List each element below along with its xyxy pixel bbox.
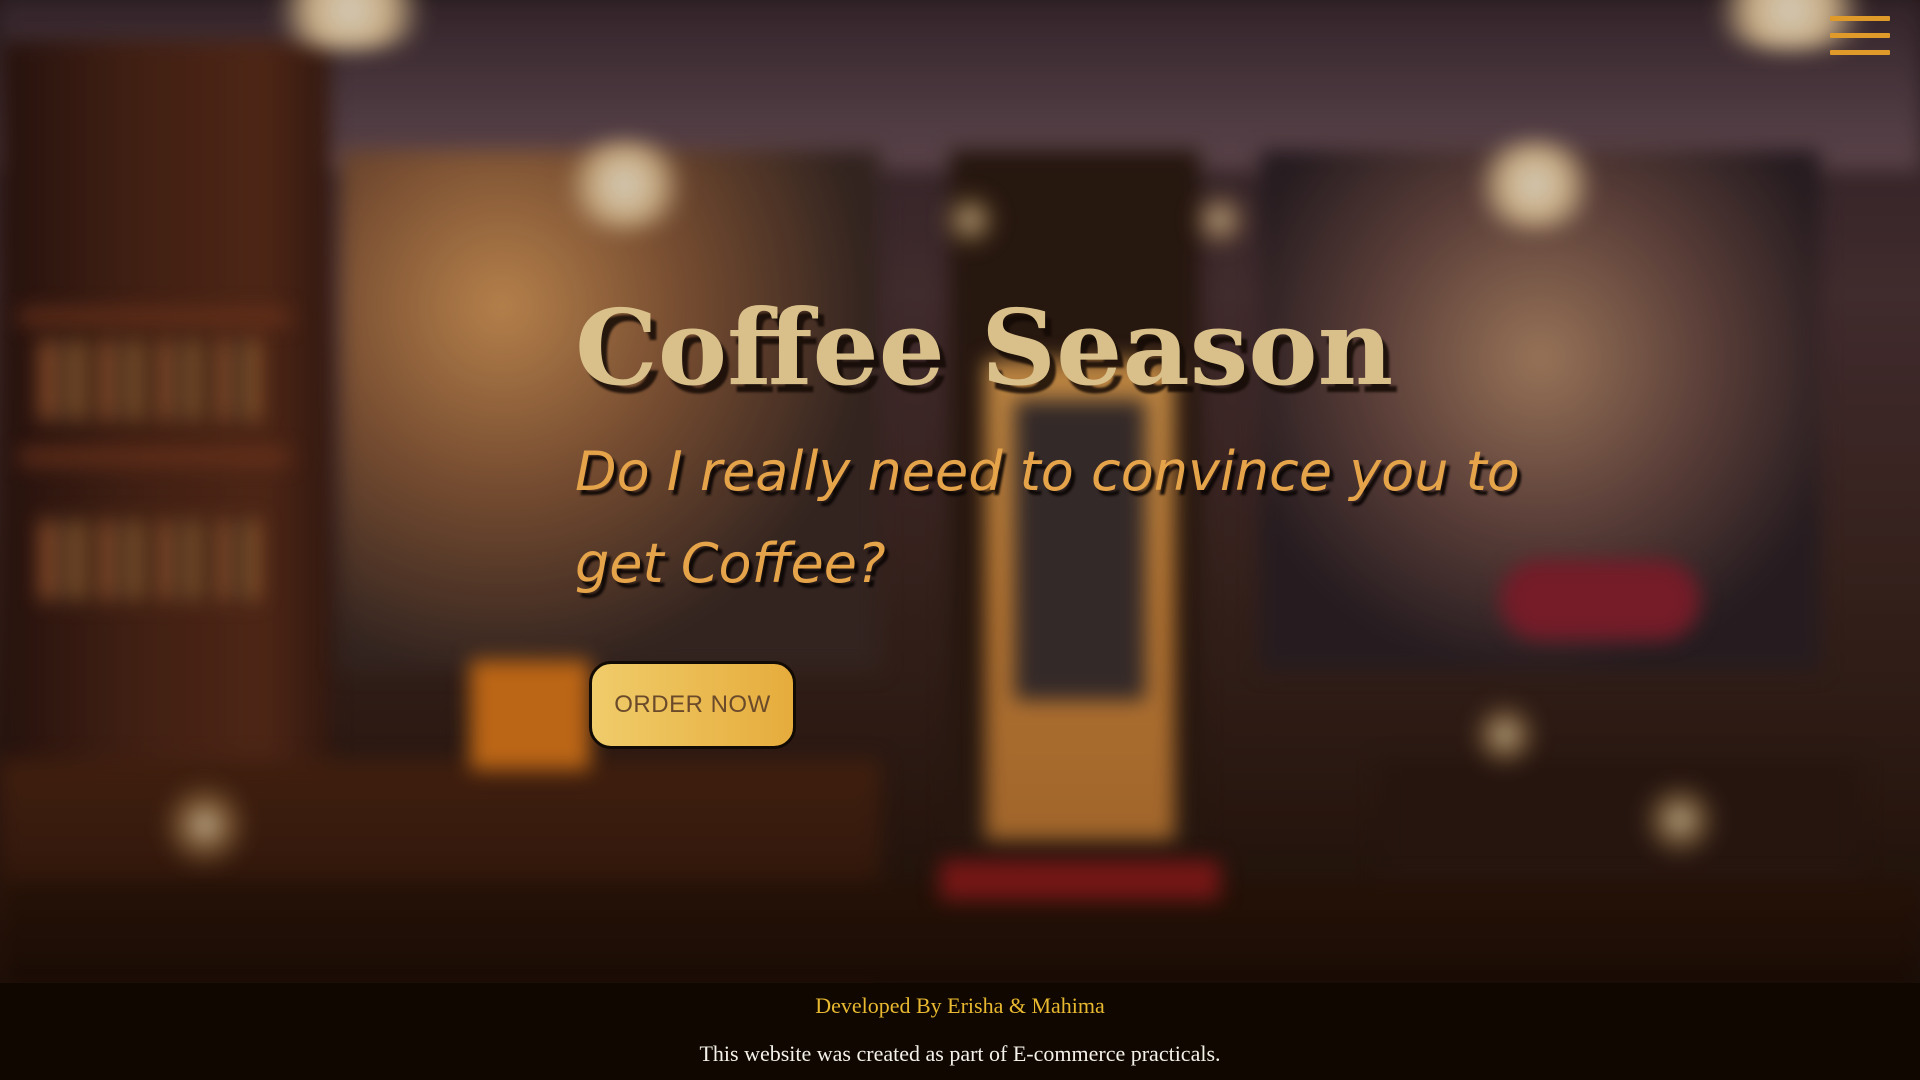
- hero-subtitle: Do I really need to convince you to get …: [575, 440, 1520, 595]
- footer: Developed By Erisha & Mahima This websit…: [0, 983, 1920, 1080]
- footer-credits: Developed By Erisha & Mahima: [815, 993, 1105, 1018]
- hamburger-menu-icon[interactable]: [1830, 16, 1890, 66]
- footer-note: This website was created as part of E-co…: [699, 1041, 1221, 1066]
- order-now-button[interactable]: ORDER NOW: [589, 661, 796, 749]
- menu-icon-bar: [1830, 50, 1890, 55]
- hero-content: Coffee Season Do I really need to convin…: [575, 288, 1555, 610]
- menu-icon-bar: [1830, 16, 1890, 21]
- menu-icon-bar: [1830, 33, 1890, 38]
- hero-title: Coffee Season: [575, 286, 1394, 409]
